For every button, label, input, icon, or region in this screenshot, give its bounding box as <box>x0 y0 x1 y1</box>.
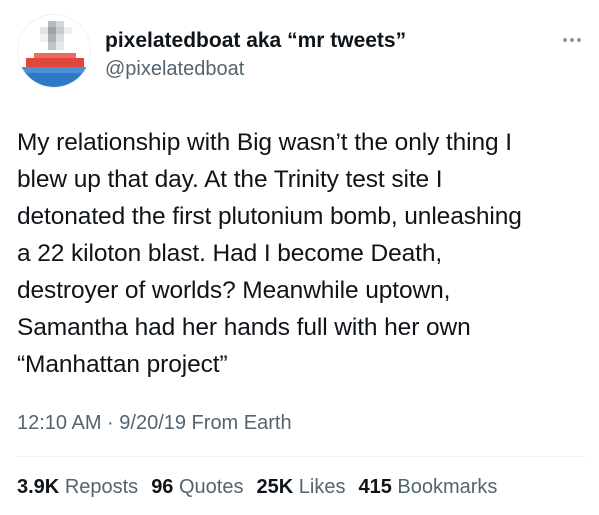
dot <box>577 38 581 42</box>
avatar[interactable] <box>17 14 91 88</box>
tweet-card: pixelatedboat aka “mr tweets” @pixelated… <box>0 0 599 515</box>
stat-likes[interactable]: 25K Likes <box>256 473 345 501</box>
stat-value: 415 <box>358 476 392 498</box>
tweet-text: My relationship with Big wasn’t the only… <box>17 129 522 378</box>
divider <box>17 456 585 457</box>
stat-label: Bookmarks <box>397 476 498 498</box>
user-names: pixelatedboat aka “mr tweets” @pixelated… <box>105 28 406 83</box>
stat-bookmarks[interactable]: 415 Bookmarks <box>358 473 497 501</box>
tweet-stats: 3.9K Reposts 96 Quotes 25K Likes 415 Boo… <box>17 473 497 501</box>
dot <box>570 38 574 42</box>
pixelated-boat-avatar-icon <box>18 15 90 87</box>
stat-reposts[interactable]: 3.9K Reposts <box>17 473 138 501</box>
display-name[interactable]: pixelatedboat aka “mr tweets” <box>105 28 406 54</box>
tweet-header: pixelatedboat aka “mr tweets” @pixelated… <box>17 14 585 94</box>
stat-label: Likes <box>298 476 346 498</box>
dot <box>563 38 567 42</box>
more-dots-icon[interactable] <box>559 32 585 48</box>
stat-label: Quotes <box>179 476 244 498</box>
stat-value: 3.9K <box>17 476 60 498</box>
stat-label: Reposts <box>64 476 139 498</box>
stat-value: 96 <box>151 476 174 498</box>
user-handle[interactable]: @pixelatedboat <box>105 55 406 83</box>
stat-value: 25K <box>256 476 294 498</box>
stat-quotes[interactable]: 96 Quotes <box>151 473 243 501</box>
tweet-timestamp[interactable]: 12:10 AM · 9/20/19 From Earth <box>17 409 292 437</box>
